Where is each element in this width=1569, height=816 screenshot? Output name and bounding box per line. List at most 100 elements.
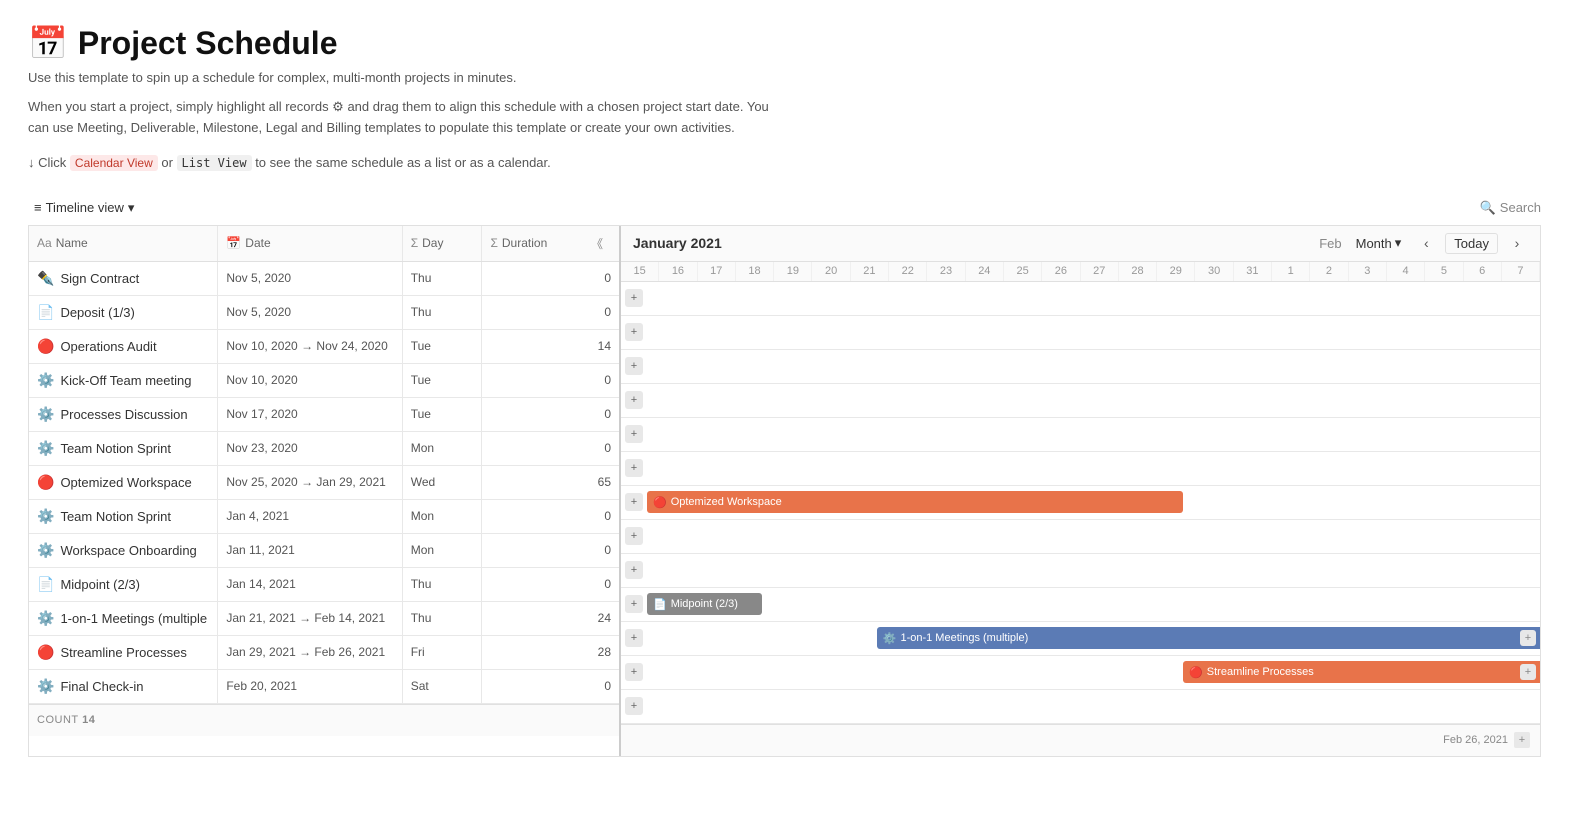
row-label: Kick-Off Team meeting [60, 373, 191, 388]
toolbar-right: 🔍 Search [1480, 200, 1541, 216]
search-label: Search [1500, 200, 1541, 215]
cell-date: Jan 4, 2021 [218, 500, 402, 533]
timeline-bar[interactable]: ⚙️1-on-1 Meetings (multiple) [877, 627, 1540, 649]
cell-duration: 0 [482, 262, 619, 295]
instruction-or: or [161, 155, 176, 170]
badge-calendar-view[interactable]: Calendar View [70, 155, 158, 171]
add-row-button[interactable]: + [625, 459, 643, 477]
table-row[interactable]: 🔴 Operations Audit Nov 10, 2020 → Nov 24… [29, 330, 619, 364]
cell-date: Nov 5, 2020 [218, 262, 402, 295]
cell-name: 🔴 Streamline Processes [29, 636, 218, 669]
add-row-button[interactable]: + [625, 595, 643, 613]
row-icon: ⚙️ [37, 542, 54, 559]
table-row[interactable]: ⚙️ Workspace Onboarding Jan 11, 2021 Mon… [29, 534, 619, 568]
timeline-section: January 2021 Feb Month ▾ ‹ Today › 15161… [621, 226, 1540, 756]
table-row[interactable]: 🔴 Optemized Workspace Nov 25, 2020 → Jan… [29, 466, 619, 500]
timeline-view-button[interactable]: ≡ Timeline view ▾ [28, 197, 140, 219]
timeline-row: + [621, 282, 1540, 316]
cell-day: Tue [403, 398, 483, 431]
month-selector-label: Month [1356, 236, 1392, 251]
prev-month-button[interactable]: ‹ [1415, 232, 1437, 254]
badge-list-view[interactable]: List View [177, 155, 252, 171]
add-row-button[interactable]: + [625, 357, 643, 375]
cell-day: Mon [403, 500, 483, 533]
cell-day: Mon [403, 432, 483, 465]
duration-col-icon: Σ [490, 236, 497, 250]
instruction-line: ↓ Click Calendar View or List View to se… [28, 155, 1541, 171]
row-icon: 🔴 [37, 644, 54, 661]
cell-name: ⚙️ Kick-Off Team meeting [29, 364, 218, 397]
timeline-bar[interactable]: 📄Midpoint (2/3) [647, 593, 762, 615]
cell-name: ⚙️ Team Notion Sprint [29, 500, 218, 533]
cell-date: Nov 10, 2020 → Nov 24, 2020 [218, 330, 402, 363]
collapse-button[interactable]: 《 [591, 235, 603, 252]
table-row[interactable]: ⚙️ Kick-Off Team meeting Nov 10, 2020 Tu… [29, 364, 619, 398]
table-row[interactable]: ✒️ Sign Contract Nov 5, 2020 Thu 0 [29, 262, 619, 296]
cell-day: Tue [403, 364, 483, 397]
timeline-bar[interactable]: 🔴Optemized Workspace [647, 491, 1183, 513]
add-row-button[interactable]: + [625, 629, 643, 647]
table-row[interactable]: ⚙️ Processes Discussion Nov 17, 2020 Tue… [29, 398, 619, 432]
toolbar: ≡ Timeline view ▾ 🔍 Search [28, 191, 1541, 226]
date-col-label: Date [245, 236, 270, 250]
table-row[interactable]: 📄 Midpoint (2/3) Jan 14, 2021 Thu 0 [29, 568, 619, 602]
timeline-row: + [621, 384, 1540, 418]
bar-extend-icon: + [1520, 630, 1536, 646]
timeline-row: + [621, 350, 1540, 384]
table-row[interactable]: 📄 Deposit (1/3) Nov 5, 2020 Thu 0 [29, 296, 619, 330]
date-cell: 26 [1042, 262, 1080, 281]
cell-duration: 0 [482, 398, 619, 431]
add-row-button[interactable]: + [625, 527, 643, 545]
date-cell: 6 [1464, 262, 1502, 281]
add-row-button[interactable]: + [625, 493, 643, 511]
date-cell: 30 [1195, 262, 1233, 281]
cell-name: ⚙️ 1-on-1 Meetings (multiple [29, 602, 218, 635]
cell-date: Jan 14, 2021 [218, 568, 402, 601]
add-row-button[interactable]: + [625, 323, 643, 341]
timeline-bar[interactable]: 🔴Streamline Processes [1183, 661, 1540, 683]
add-row-button[interactable]: + [625, 391, 643, 409]
row-icon: ⚙️ [37, 406, 54, 423]
cell-name: 📄 Deposit (1/3) [29, 296, 218, 329]
cell-date: Nov 25, 2020 → Jan 29, 2021 [218, 466, 402, 499]
add-row-button[interactable]: + [625, 697, 643, 715]
table-row[interactable]: ⚙️ Team Notion Sprint Jan 4, 2021 Mon 0 [29, 500, 619, 534]
today-button[interactable]: Today [1445, 233, 1498, 254]
cell-date: Feb 20, 2021 [218, 670, 402, 703]
add-row-button[interactable]: + [625, 561, 643, 579]
search-icon: 🔍 [1480, 200, 1496, 216]
add-footer-icon[interactable]: + [1514, 732, 1530, 748]
add-row-button[interactable]: + [625, 425, 643, 443]
add-row-button[interactable]: + [625, 289, 643, 307]
cell-day: Sat [403, 670, 483, 703]
month-selector[interactable]: Month ▾ [1350, 233, 1408, 253]
date-cell: 18 [736, 262, 774, 281]
date-cell: 5 [1425, 262, 1463, 281]
cell-duration: 28 [482, 636, 619, 669]
table-row[interactable]: ⚙️ 1-on-1 Meetings (multiple Jan 21, 202… [29, 602, 619, 636]
name-col-icon: Aa [37, 236, 52, 250]
next-month-button[interactable]: › [1506, 232, 1528, 254]
search-area[interactable]: 🔍 Search [1480, 200, 1541, 216]
cell-date: Jan 21, 2021 → Feb 14, 2021 [218, 602, 402, 635]
table-row[interactable]: ⚙️ Team Notion Sprint Nov 23, 2020 Mon 0 [29, 432, 619, 466]
date-cell: 16 [659, 262, 697, 281]
row-label: Streamline Processes [60, 645, 186, 660]
page-container: 📅 Project Schedule Use this template to … [0, 0, 1569, 781]
cell-name: ⚙️ Final Check-in [29, 670, 218, 703]
cell-day: Wed [403, 466, 483, 499]
table-section: Aa Name 📅 Date Σ Day Σ Duration 《 [29, 226, 621, 756]
cell-duration: 0 [482, 534, 619, 567]
col-duration-header: Σ Duration 《 [482, 226, 619, 261]
date-cell: 1 [1272, 262, 1310, 281]
timeline-row: + [621, 316, 1540, 350]
table-row[interactable]: ⚙️ Final Check-in Feb 20, 2021 Sat 0 [29, 670, 619, 704]
add-row-button[interactable]: + [625, 663, 643, 681]
timeline-month-label: January 2021 [633, 235, 722, 251]
table-footer: COUNT 14 [29, 704, 619, 736]
row-icon: 📄 [37, 576, 54, 593]
table-row[interactable]: 🔴 Streamline Processes Jan 29, 2021 → Fe… [29, 636, 619, 670]
cell-name: ⚙️ Workspace Onboarding [29, 534, 218, 567]
cell-duration: 0 [482, 500, 619, 533]
instruction-arrow: ↓ Click [28, 155, 66, 170]
